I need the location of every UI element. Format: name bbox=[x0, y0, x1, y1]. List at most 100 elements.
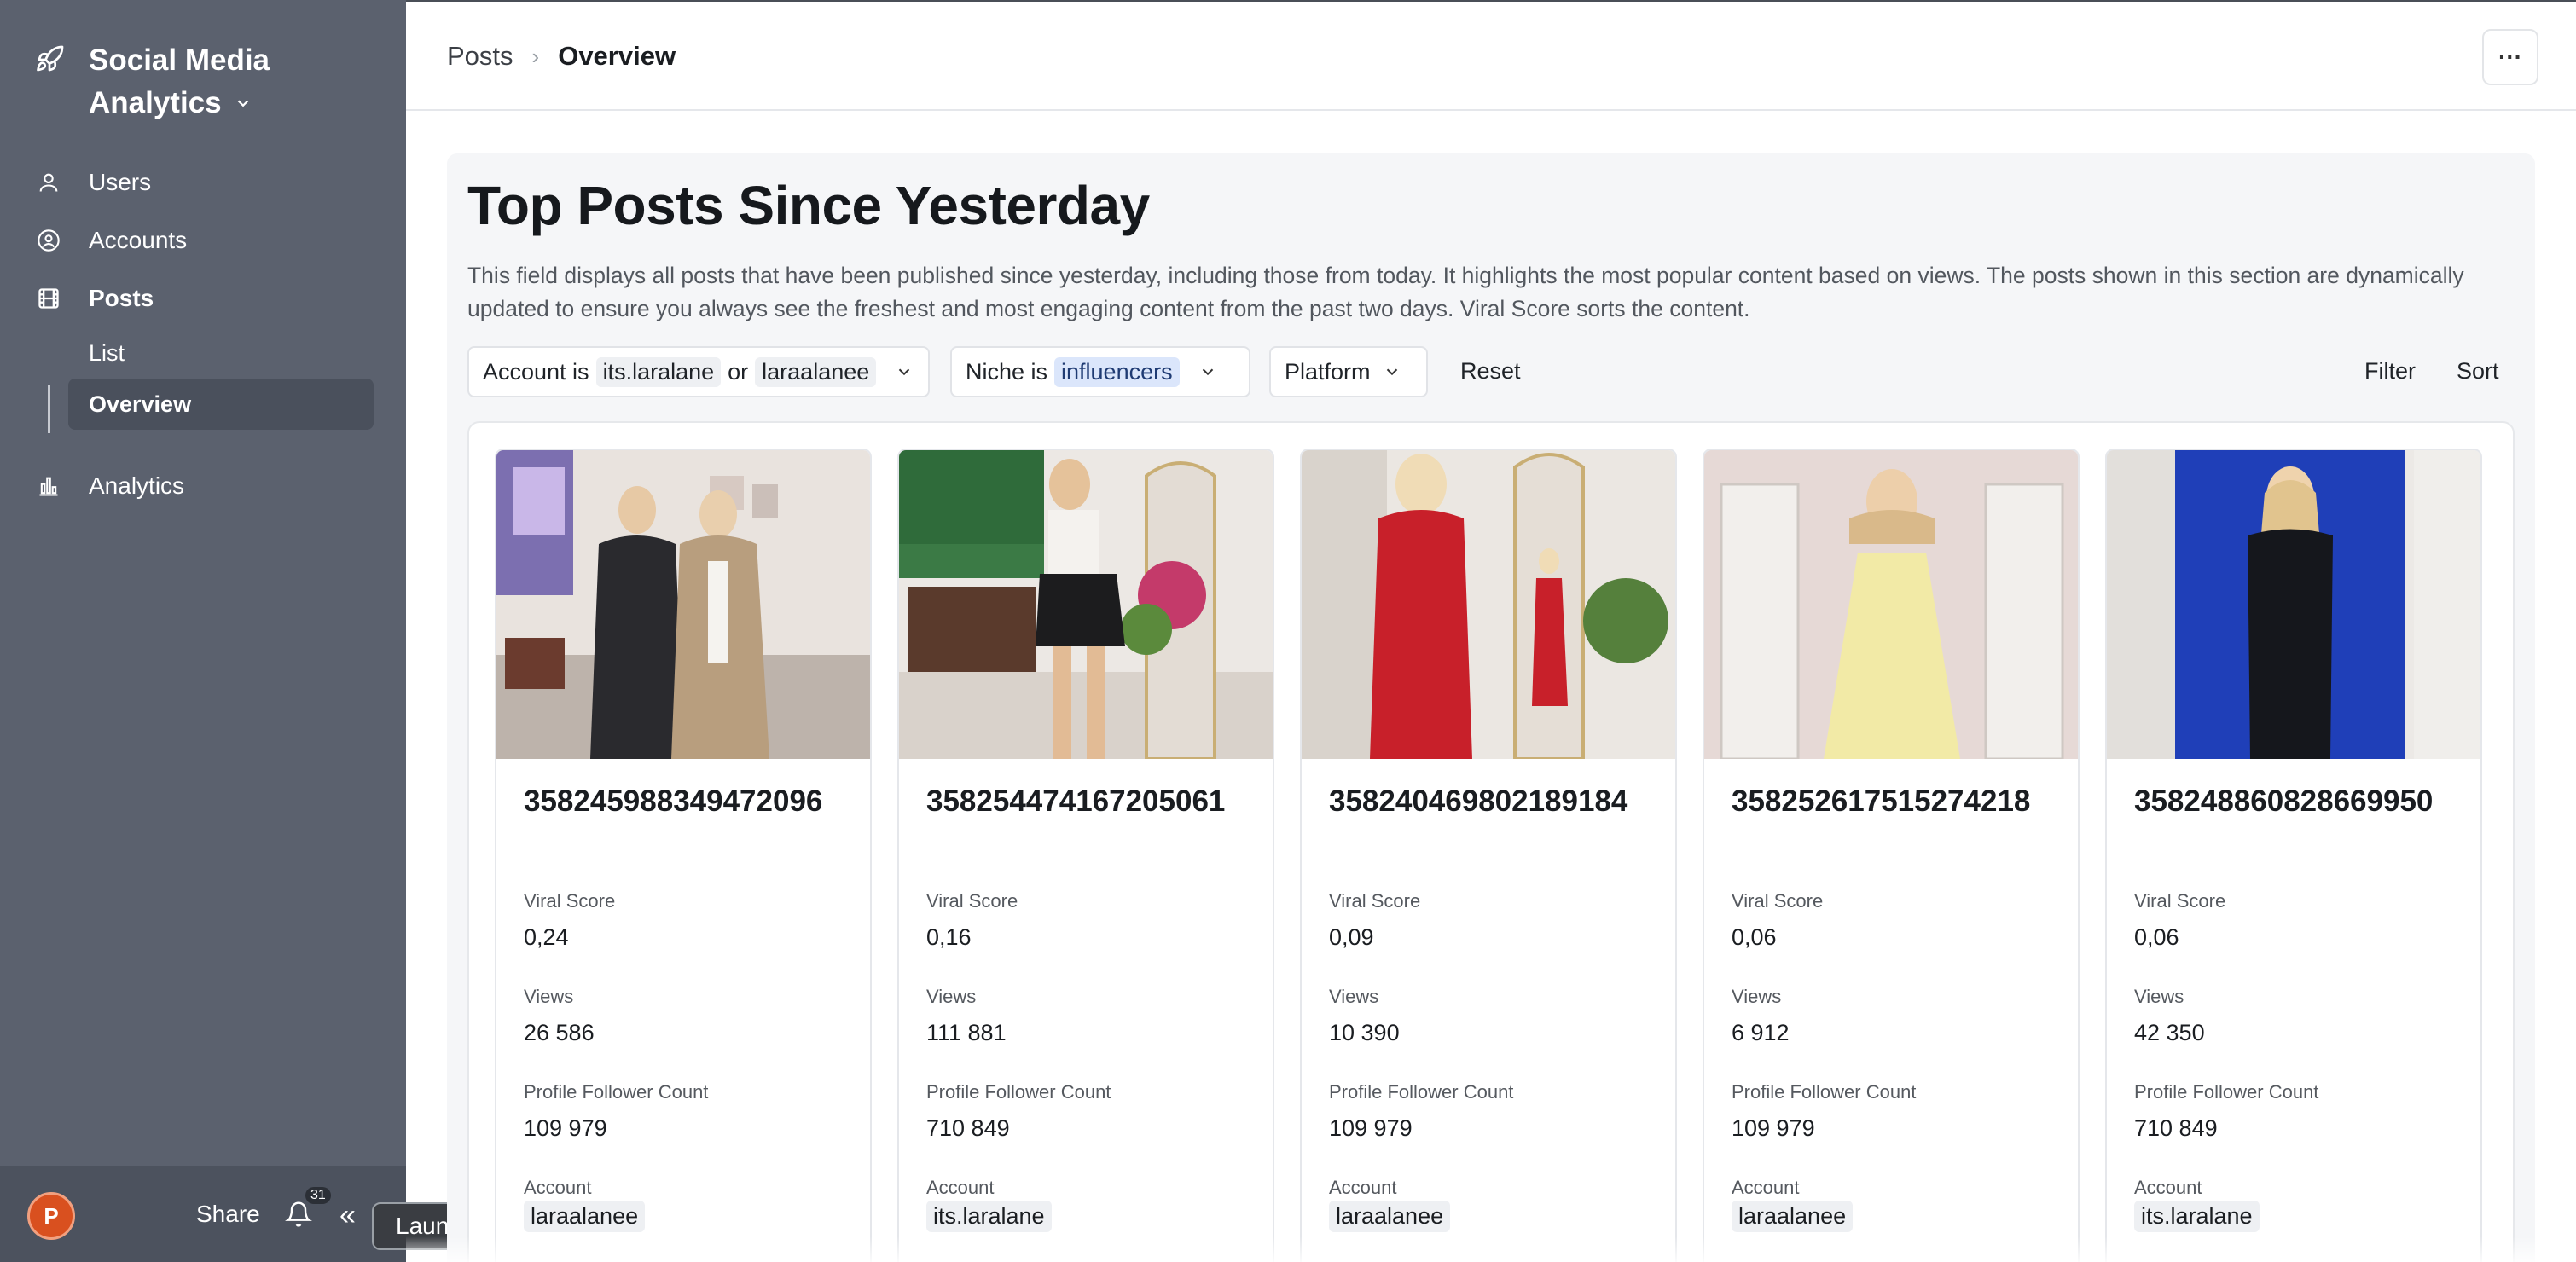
viral-score-label: Viral Score bbox=[524, 890, 616, 912]
viral-score-label: Viral Score bbox=[1329, 890, 1421, 912]
viral-score-value: 0,24 bbox=[524, 924, 569, 950]
brand-line-1: Social Media bbox=[89, 43, 270, 77]
rocket-icon bbox=[37, 45, 64, 72]
views-value: 26 586 bbox=[524, 1020, 595, 1045]
filter-value: influencers bbox=[1054, 356, 1180, 387]
account-tag[interactable]: laraalanee bbox=[524, 1201, 646, 1232]
views-value: 6 912 bbox=[1732, 1020, 1790, 1045]
sidebar-nav: Users Accounts Posts List Overview Analy… bbox=[0, 153, 406, 515]
post-thumbnail bbox=[2107, 450, 2480, 759]
workspace-switcher[interactable]: Social Media Analytics bbox=[34, 39, 270, 124]
views-label: Views bbox=[1329, 986, 1379, 1007]
posts-board: 358245988349472096 Viral Score 0,24 View… bbox=[467, 421, 2515, 1262]
sidebar: Social Media Analytics Users Accounts Po… bbox=[0, 0, 406, 1262]
sidebar-item-analytics[interactable]: Analytics bbox=[0, 457, 406, 515]
views-label: Views bbox=[926, 986, 977, 1007]
post-card[interactable]: 358248860828669950 Viral Score 0,06 View… bbox=[2105, 449, 2482, 1262]
breadcrumb-posts[interactable]: Posts bbox=[447, 41, 513, 72]
sort-button[interactable]: Sort bbox=[2457, 358, 2499, 385]
sidebar-item-label: Accounts bbox=[89, 227, 188, 253]
sidebar-subitem-label: Overview bbox=[89, 391, 192, 417]
bottom-fade bbox=[406, 1236, 2576, 1262]
breadcrumb-overview: Overview bbox=[558, 41, 676, 71]
post-card[interactable]: 358254474167205061 Viral Score 0,16 View… bbox=[897, 449, 1274, 1262]
page-title: Top Posts Since Yesterday bbox=[467, 175, 1150, 236]
collapse-sidebar-icon[interactable]: « bbox=[339, 1199, 356, 1232]
more-options-button[interactable]: ··· bbox=[2482, 29, 2538, 85]
views-label: Views bbox=[524, 986, 574, 1007]
sidebar-item-users[interactable]: Users bbox=[0, 153, 406, 211]
breadcrumb: Posts › Overview bbox=[447, 41, 676, 72]
followers-value: 109 979 bbox=[1732, 1115, 1815, 1141]
followers-label: Profile Follower Count bbox=[524, 1081, 709, 1103]
viral-score-value: 0,16 bbox=[926, 924, 972, 950]
views-label: Views bbox=[2134, 986, 2184, 1007]
notification-badge: 31 bbox=[305, 1187, 331, 1204]
followers-value: 710 849 bbox=[2134, 1115, 2218, 1141]
chevron-right-icon: › bbox=[531, 43, 540, 69]
top-posts-panel: Top Posts Since Yesterday This field dis… bbox=[447, 153, 2535, 1262]
followers-label: Profile Follower Count bbox=[2134, 1081, 2319, 1103]
bar-chart-icon bbox=[36, 473, 61, 499]
chevron-down-icon bbox=[1386, 368, 1397, 376]
filter-connector: or bbox=[728, 358, 749, 385]
filter-label: Niche is bbox=[966, 358, 1048, 385]
sidebar-subitem-label: List bbox=[89, 339, 125, 366]
post-card[interactable]: 358245988349472096 Viral Score 0,24 View… bbox=[495, 449, 872, 1262]
followers-label: Profile Follower Count bbox=[1732, 1081, 1917, 1103]
chevron-down-icon bbox=[1202, 368, 1213, 376]
viral-score-label: Viral Score bbox=[2134, 890, 2226, 912]
post-id: 358248860828669950 bbox=[2134, 784, 2434, 818]
filter-bar: Account is its.laralane or laraalanee Ni… bbox=[467, 346, 2515, 399]
sidebar-item-label: Users bbox=[89, 169, 152, 195]
account-filter[interactable]: Account is its.laralane or laraalanee bbox=[467, 346, 930, 397]
viral-score-value: 0,06 bbox=[1732, 924, 1777, 950]
sidebar-item-accounts[interactable]: Accounts bbox=[0, 211, 406, 269]
avatar[interactable]: P bbox=[27, 1192, 75, 1240]
reset-button[interactable]: Reset bbox=[1460, 358, 1521, 385]
post-thumbnail bbox=[1302, 450, 1675, 759]
account-tag[interactable]: its.laralane bbox=[926, 1201, 1052, 1232]
views-label: Views bbox=[1732, 986, 1782, 1007]
post-thumbnail bbox=[496, 450, 870, 759]
followers-label: Profile Follower Count bbox=[926, 1081, 1111, 1103]
followers-label: Profile Follower Count bbox=[1329, 1081, 1514, 1103]
account-tag[interactable]: its.laralane bbox=[2134, 1201, 2260, 1232]
account-label: Account bbox=[926, 1177, 995, 1198]
followers-value: 710 849 bbox=[926, 1115, 1010, 1141]
niche-filter[interactable]: Niche is influencers bbox=[950, 346, 1250, 397]
account-label: Account bbox=[1329, 1177, 1397, 1198]
share-button[interactable]: Share bbox=[196, 1201, 260, 1228]
post-id: 358240469802189184 bbox=[1329, 784, 1628, 818]
sidebar-item-label: Analytics bbox=[89, 472, 185, 499]
sidebar-item-posts[interactable]: Posts bbox=[0, 269, 406, 327]
post-thumbnail bbox=[1704, 450, 2078, 759]
user-icon bbox=[36, 170, 61, 195]
account-label: Account bbox=[524, 1177, 592, 1198]
sidebar-subitem-list[interactable]: List bbox=[0, 327, 406, 379]
film-icon bbox=[36, 286, 61, 311]
followers-value: 109 979 bbox=[524, 1115, 607, 1141]
filter-button[interactable]: Filter bbox=[2364, 358, 2416, 385]
bell-icon[interactable] bbox=[285, 1201, 312, 1228]
viral-score-value: 0,06 bbox=[2134, 924, 2179, 950]
post-id: 358254474167205061 bbox=[926, 784, 1226, 818]
filter-label: Platform bbox=[1285, 358, 1371, 385]
workspace-name: Social Media Analytics bbox=[89, 39, 270, 124]
account-tag[interactable]: laraalanee bbox=[1329, 1201, 1451, 1232]
post-card[interactable]: 358240469802189184 Viral Score 0,09 View… bbox=[1300, 449, 1677, 1262]
topbar: Posts › Overview ··· bbox=[406, 0, 2576, 111]
viral-score-label: Viral Score bbox=[1732, 890, 1824, 912]
post-card[interactable]: 358252617515274218 Viral Score 0,06 View… bbox=[1703, 449, 2080, 1262]
sidebar-subitem-overview[interactable]: Overview bbox=[68, 379, 374, 430]
chevron-down-icon bbox=[899, 368, 910, 376]
account-tag[interactable]: laraalanee bbox=[1732, 1201, 1854, 1232]
sidebar-footer: P Share 31 « bbox=[0, 1166, 406, 1262]
viral-score-value: 0,09 bbox=[1329, 924, 1374, 950]
sidebar-item-label: Posts bbox=[89, 285, 154, 311]
brand-line-2: Analytics bbox=[89, 86, 222, 119]
post-id: 358245988349472096 bbox=[524, 784, 823, 818]
user-circle-icon bbox=[36, 228, 61, 253]
platform-filter[interactable]: Platform bbox=[1269, 346, 1428, 397]
filter-value: laraalanee bbox=[755, 356, 877, 387]
